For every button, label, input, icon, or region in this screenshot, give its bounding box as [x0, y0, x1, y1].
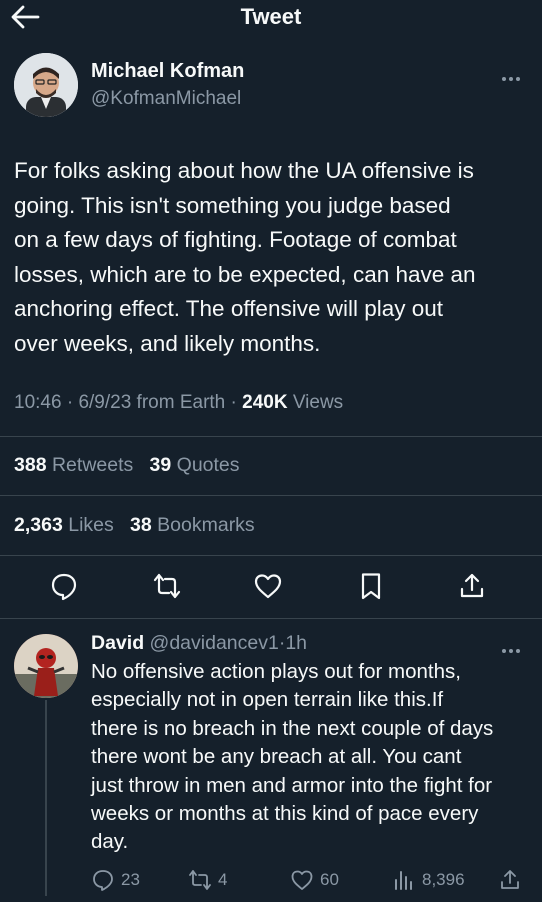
reply-header: David @davidancev1·1h — [91, 632, 307, 655]
reply-retweets-count: 4 — [218, 870, 228, 889]
quotes-label: Quotes — [176, 454, 240, 476]
divider — [0, 436, 542, 437]
reply-text-line: especially not in open terrain like this… — [91, 688, 444, 712]
more-options-icon[interactable] — [502, 68, 526, 81]
divider — [0, 495, 542, 496]
tweet-text: For folks asking about how the UA offens… — [14, 154, 529, 362]
author-name[interactable]: Michael Kofman — [91, 60, 244, 83]
reply-text-line: just throw in men and armor into the fig… — [91, 773, 493, 797]
likes-label: Likes — [68, 514, 114, 536]
bookmarks-count: 38 — [130, 514, 152, 536]
reply-author-handle[interactable]: @davidancev1 — [150, 632, 279, 654]
tweet-source: from Earth — [136, 392, 226, 413]
share-icon — [501, 870, 519, 889]
tweet-time[interactable]: 10:46 — [14, 392, 62, 413]
tweet-text-line: going. This isn't something you judge ba… — [14, 192, 451, 218]
views-count: 240K — [242, 392, 288, 413]
divider — [0, 555, 542, 556]
retweets-label: Retweets — [51, 454, 134, 476]
reply-text-line: day. — [91, 830, 129, 854]
reply-share-button[interactable] — [498, 868, 528, 892]
reply-likes-button[interactable]: 60 — [290, 868, 339, 892]
reply-more-options-icon[interactable] — [502, 640, 526, 653]
views-icon — [395, 871, 412, 890]
quotes-stat[interactable]: 39 Quotes — [150, 454, 240, 476]
top-bar: Tweet — [0, 0, 542, 36]
bookmark-icon[interactable] — [356, 571, 390, 605]
tweet-date[interactable]: 6/9/23 — [78, 392, 131, 413]
reply-age: 1h — [285, 632, 308, 654]
retweet-icon[interactable] — [152, 571, 186, 605]
reply-text-line: weeks or months at this kind of pace eve… — [91, 802, 479, 826]
like-icon — [291, 870, 313, 890]
tweet-meta: 10:46 · 6/9/23 from Earth · 240K Views — [14, 392, 343, 414]
bookmarks-label: Bookmarks — [157, 514, 255, 536]
likes-bookmarks-stats: 2,363 Likes 38 Bookmarks — [14, 514, 255, 537]
reply-text-line: there is no breach in the next couple of… — [91, 716, 494, 740]
reply-author-name[interactable]: David — [91, 632, 144, 654]
share-icon[interactable] — [457, 571, 491, 605]
retweet-quote-stats: 388 Retweets 39 Quotes — [14, 454, 240, 477]
reply-views-count: 8,396 — [422, 870, 465, 889]
author-avatar[interactable] — [14, 53, 78, 117]
quotes-count: 39 — [149, 454, 172, 476]
tweet-text-line: For folks asking about how the UA offens… — [14, 158, 474, 183]
reply-retweets-button[interactable]: 4 — [188, 868, 227, 892]
likes-count: 2,363 — [14, 514, 63, 536]
reply-replies-button[interactable]: 23 — [91, 868, 140, 892]
thread-line — [45, 700, 47, 896]
reply-author-avatar[interactable] — [14, 634, 78, 698]
tweet-text-line: anchoring effect. The offensive will pla… — [14, 296, 444, 322]
reply-text-line: No offensive action plays out for months… — [91, 660, 461, 683]
retweet-icon — [189, 870, 211, 890]
reply-icon[interactable] — [49, 571, 83, 605]
reply-text: No offensive action plays out for months… — [91, 658, 536, 857]
meta-separator: · — [66, 392, 74, 413]
retweets-count: 388 — [14, 454, 47, 476]
meta-separator: · — [230, 392, 237, 413]
reply-icon — [93, 870, 113, 891]
tweet-text-line: on a few days of fighting. Footage of co… — [14, 227, 457, 253]
reply-replies-count: 23 — [121, 870, 140, 889]
like-icon[interactable] — [253, 571, 287, 605]
retweets-stat[interactable]: 388 Retweets — [14, 454, 133, 476]
reply-text-line: there wont be any breach at all. You can… — [91, 745, 462, 769]
tweet-text-line: losses, which are to be expected, can ha… — [14, 261, 476, 287]
bookmarks-stat[interactable]: 38 Bookmarks — [130, 514, 255, 536]
divider — [0, 618, 542, 619]
likes-stat[interactable]: 2,363 Likes — [14, 514, 114, 536]
author-handle[interactable]: @KofmanMichael — [91, 88, 241, 110]
reply-likes-count: 60 — [320, 870, 339, 889]
views-label: Views — [292, 392, 344, 413]
tweet-text-line: over weeks, and likely months. — [14, 330, 321, 356]
page-title: Tweet — [240, 4, 302, 29]
reply-views-button[interactable]: 8,396 — [392, 868, 465, 892]
